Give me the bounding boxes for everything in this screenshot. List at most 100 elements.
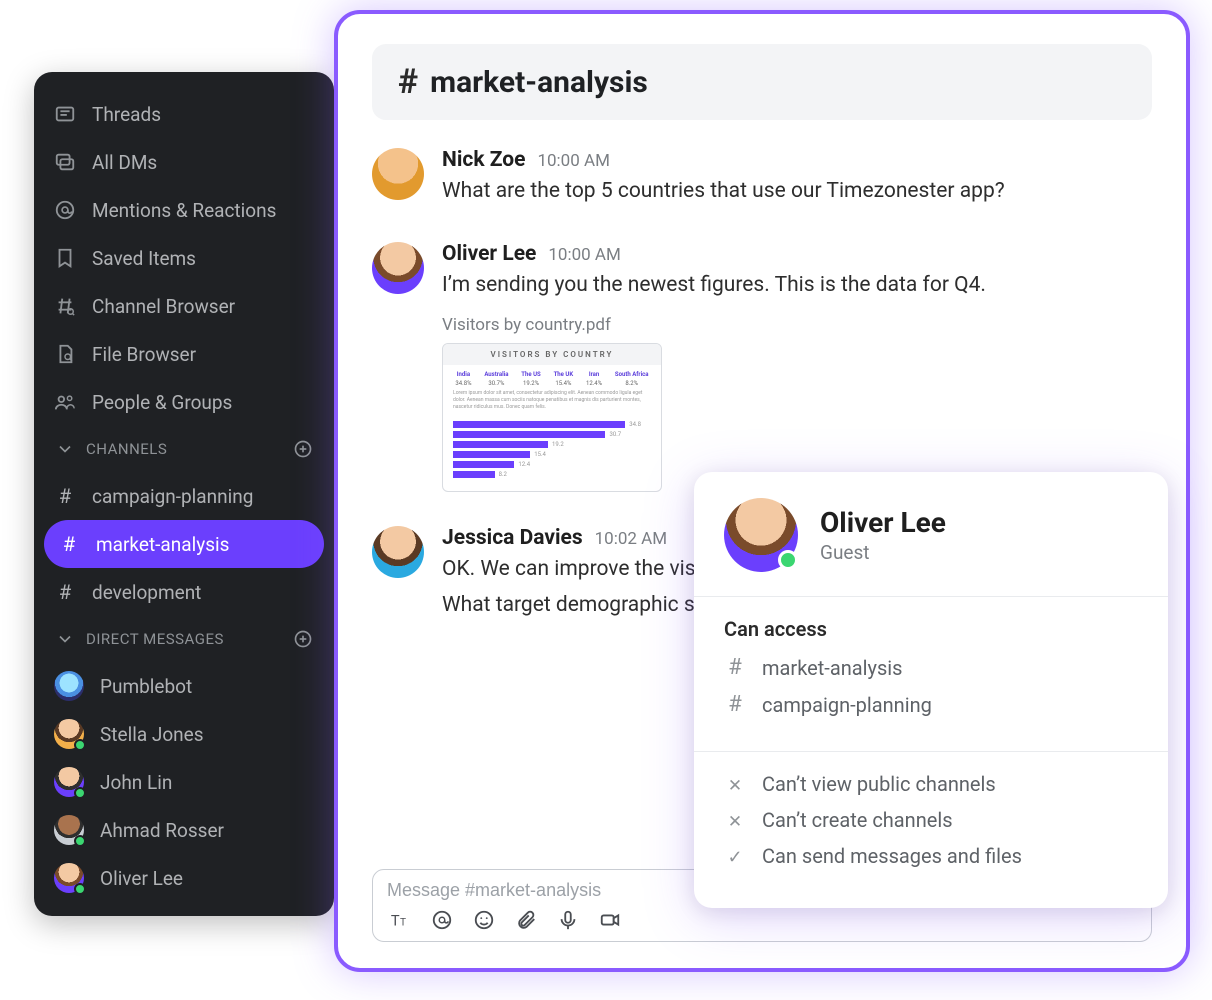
popover-header: Oliver Lee Guest	[694, 472, 1168, 597]
channel-name: market-analysis	[96, 533, 229, 556]
message-author[interactable]: Nick Zoe	[442, 148, 525, 172]
avatar[interactable]	[724, 498, 798, 572]
x-icon	[724, 808, 746, 832]
restriction: Can send messages and files	[724, 844, 1138, 868]
attachment-title: VISITORS BY COUNTRY	[443, 344, 661, 365]
dms-header-label: DIRECT MESSAGES	[86, 630, 224, 648]
dm-ahmad[interactable]: Ahmad Rosser	[34, 806, 334, 854]
profile-role: Guest	[820, 541, 946, 564]
restriction-text: Can’t create channels	[762, 808, 953, 832]
attachment-chart: 34.8 30.7 19.2 15.4 12.4 8.2	[443, 417, 661, 491]
hash-icon: #	[724, 655, 746, 680]
add-channel-button[interactable]	[292, 438, 314, 460]
nav-threads[interactable]: Threads	[34, 90, 334, 138]
sidebar-nav: Threads All DMs Mentions & Reactions Sav…	[34, 90, 334, 426]
attachment-preview: VISITORS BY COUNTRY India34.8% Australia…	[442, 343, 662, 492]
bar-value: 19.2	[552, 441, 564, 448]
presence-indicator	[74, 883, 86, 895]
nav-all-dms[interactable]: All DMs	[34, 138, 334, 186]
message-author[interactable]: Oliver Lee	[442, 242, 536, 266]
emoji-button[interactable]	[471, 907, 497, 933]
dm-john[interactable]: John Lin	[34, 758, 334, 806]
message-text: I’m sending you the newest figures. This…	[442, 270, 1152, 302]
col-value: 15.4%	[554, 380, 574, 387]
channel-list: # campaign-planning # market-analysis # …	[34, 472, 334, 616]
dms-header[interactable]: DIRECT MESSAGES	[34, 616, 334, 662]
restriction-text: Can send messages and files	[762, 844, 1022, 868]
composer-toolbar: TT	[387, 907, 1137, 933]
dm-pumblebot[interactable]: Pumblebot	[34, 662, 334, 710]
hash-icon: #	[724, 692, 746, 717]
nav-channel-browser[interactable]: Channel Browser	[34, 282, 334, 330]
avatar[interactable]	[372, 242, 424, 294]
avatar[interactable]	[372, 526, 424, 578]
add-dm-button[interactable]	[292, 628, 314, 650]
video-button[interactable]	[597, 907, 623, 933]
channels-header[interactable]: CHANNELS	[34, 426, 334, 472]
avatar	[54, 719, 84, 749]
channel-title: market-analysis	[430, 65, 648, 100]
presence-indicator	[74, 739, 86, 751]
channel-market-analysis[interactable]: # market-analysis	[44, 520, 324, 568]
avatar	[54, 815, 84, 845]
col-value: 30.7%	[484, 380, 508, 387]
audio-button[interactable]	[555, 907, 581, 933]
dm-list: Pumblebot Stella Jones John Lin Ahmad Ro…	[34, 662, 334, 902]
nav-saved[interactable]: Saved Items	[34, 234, 334, 282]
svg-text:T: T	[400, 918, 406, 929]
attachment-blurb: Lorem ipsum dolor sit amet, consectetur …	[443, 390, 661, 417]
threads-icon	[54, 103, 76, 125]
channel-browser-icon	[54, 295, 76, 317]
hash-icon: #	[398, 62, 418, 102]
chevron-down-icon	[54, 438, 76, 460]
access-channel[interactable]: # market-analysis	[724, 655, 1138, 680]
message: Nick Zoe 10:00 AM What are the top 5 cou…	[372, 148, 1152, 208]
nav-label: Channel Browser	[92, 295, 235, 318]
channel-development[interactable]: # development	[34, 568, 334, 616]
restriction-text: Can’t view public channels	[762, 772, 996, 796]
access-channel-name: campaign-planning	[762, 693, 932, 717]
col-value: 12.4%	[586, 380, 602, 387]
nav-mentions[interactable]: Mentions & Reactions	[34, 186, 334, 234]
nav-label: File Browser	[92, 343, 196, 366]
mentions-icon	[54, 199, 76, 221]
dm-name: Stella Jones	[100, 723, 204, 746]
mention-button[interactable]	[429, 907, 455, 933]
avatar[interactable]	[372, 148, 424, 200]
message-author[interactable]: Jessica Davies	[442, 526, 583, 550]
presence-indicator	[778, 550, 798, 570]
dm-oliver[interactable]: Oliver Lee	[34, 854, 334, 902]
presence-indicator	[74, 787, 86, 799]
bar-value: 30.7	[609, 431, 621, 438]
avatar	[54, 767, 84, 797]
nav-label: Threads	[92, 103, 161, 126]
channels-header-label: CHANNELS	[86, 440, 167, 458]
access-channel[interactable]: # campaign-planning	[724, 692, 1138, 717]
nav-people[interactable]: People & Groups	[34, 378, 334, 426]
user-profile-popover: Oliver Lee Guest Can access # market-ana…	[694, 472, 1168, 908]
channel-header[interactable]: # market-analysis	[372, 44, 1152, 120]
profile-name: Oliver Lee	[820, 506, 946, 539]
file-attachment[interactable]: Visitors by country.pdf VISITORS BY COUN…	[442, 315, 1152, 492]
formatting-button[interactable]: TT	[387, 907, 413, 933]
channel-name: campaign-planning	[92, 485, 253, 508]
hash-icon: #	[54, 484, 76, 508]
message-timestamp: 10:02 AM	[595, 529, 667, 549]
check-icon	[724, 844, 746, 868]
col-label: India	[455, 371, 471, 378]
bar-value: 15.4	[534, 451, 546, 458]
nav-label: All DMs	[92, 151, 157, 174]
sidebar: Threads All DMs Mentions & Reactions Sav…	[34, 72, 334, 916]
dm-name: Pumblebot	[100, 675, 192, 698]
bar-value: 34.8	[629, 421, 641, 428]
col-label: Iran	[586, 371, 602, 378]
nav-file-browser[interactable]: File Browser	[34, 330, 334, 378]
avatar	[54, 863, 84, 893]
col-value: 8.2%	[615, 380, 649, 387]
channel-campaign-planning[interactable]: # campaign-planning	[34, 472, 334, 520]
attach-button[interactable]	[513, 907, 539, 933]
hash-icon: #	[58, 532, 80, 556]
dm-stella[interactable]: Stella Jones	[34, 710, 334, 758]
nav-label: Saved Items	[92, 247, 196, 270]
dm-name: Ahmad Rosser	[100, 819, 224, 842]
